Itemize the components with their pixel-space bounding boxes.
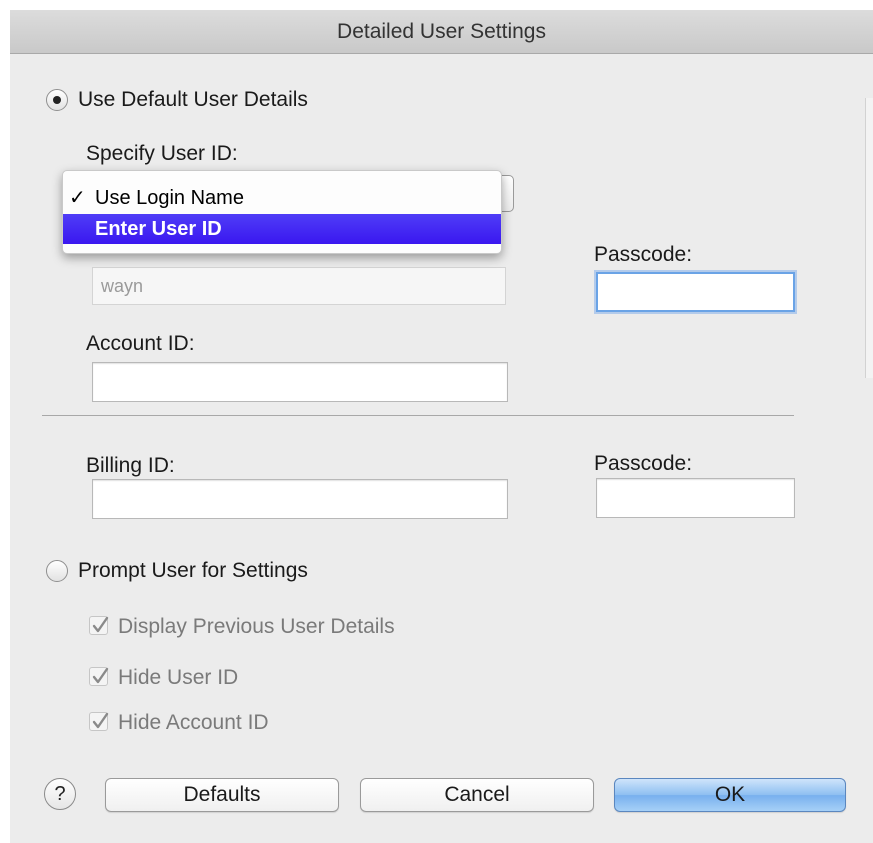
user-id-value: wayn	[101, 276, 144, 296]
display-previous-label[interactable]: Display Previous User Details	[118, 615, 395, 639]
menu-item-label: Use Login Name	[95, 187, 244, 209]
window-title: Detailed User Settings	[10, 10, 873, 54]
billing-id-field[interactable]	[92, 479, 508, 519]
cancel-button[interactable]: Cancel	[360, 778, 594, 812]
section-divider	[42, 415, 794, 416]
checkmark-icon	[92, 616, 109, 633]
display-previous-checkbox[interactable]	[89, 616, 109, 635]
radio-selected-dot	[53, 96, 61, 104]
detailed-user-settings-dialog: Detailed User Settings Use Default User …	[10, 10, 873, 843]
passcode-label: Passcode:	[594, 243, 693, 266]
hide-user-id-checkbox[interactable]	[89, 667, 109, 686]
user-id-dropdown-menu: ✓ Use Login Name Enter User ID	[62, 170, 502, 254]
defaults-button[interactable]: Defaults	[105, 778, 339, 812]
hide-user-id-label[interactable]: Hide User ID	[118, 666, 238, 690]
ok-button[interactable]: OK	[614, 778, 846, 812]
checkmark-icon	[92, 712, 109, 729]
menu-item-label: Enter User ID	[95, 218, 222, 240]
menu-item-enter-user-id[interactable]: Enter User ID	[63, 214, 501, 244]
billing-passcode-label: Passcode:	[594, 452, 693, 475]
specify-user-id-label: Specify User ID:	[86, 142, 238, 165]
prompt-user-radio[interactable]	[46, 560, 68, 582]
side-panel-edge	[865, 98, 873, 378]
use-default-details-label[interactable]: Use Default User Details	[78, 88, 308, 112]
account-id-field[interactable]	[92, 362, 508, 402]
account-id-label: Account ID:	[86, 332, 195, 355]
hide-account-id-checkbox[interactable]	[89, 712, 109, 731]
prompt-user-label[interactable]: Prompt User for Settings	[78, 559, 308, 583]
help-button[interactable]: ?	[44, 778, 76, 810]
passcode-field[interactable]	[596, 272, 795, 312]
billing-id-label: Billing ID:	[86, 454, 175, 477]
checkmark-icon: ✓	[69, 187, 86, 209]
menu-item-use-login-name[interactable]: ✓ Use Login Name	[63, 183, 501, 213]
hide-account-id-label[interactable]: Hide Account ID	[118, 711, 269, 735]
checkmark-icon	[92, 667, 109, 684]
use-default-details-radio[interactable]	[46, 89, 68, 111]
user-id-field[interactable]: wayn	[92, 267, 506, 305]
billing-passcode-field[interactable]	[596, 478, 795, 518]
